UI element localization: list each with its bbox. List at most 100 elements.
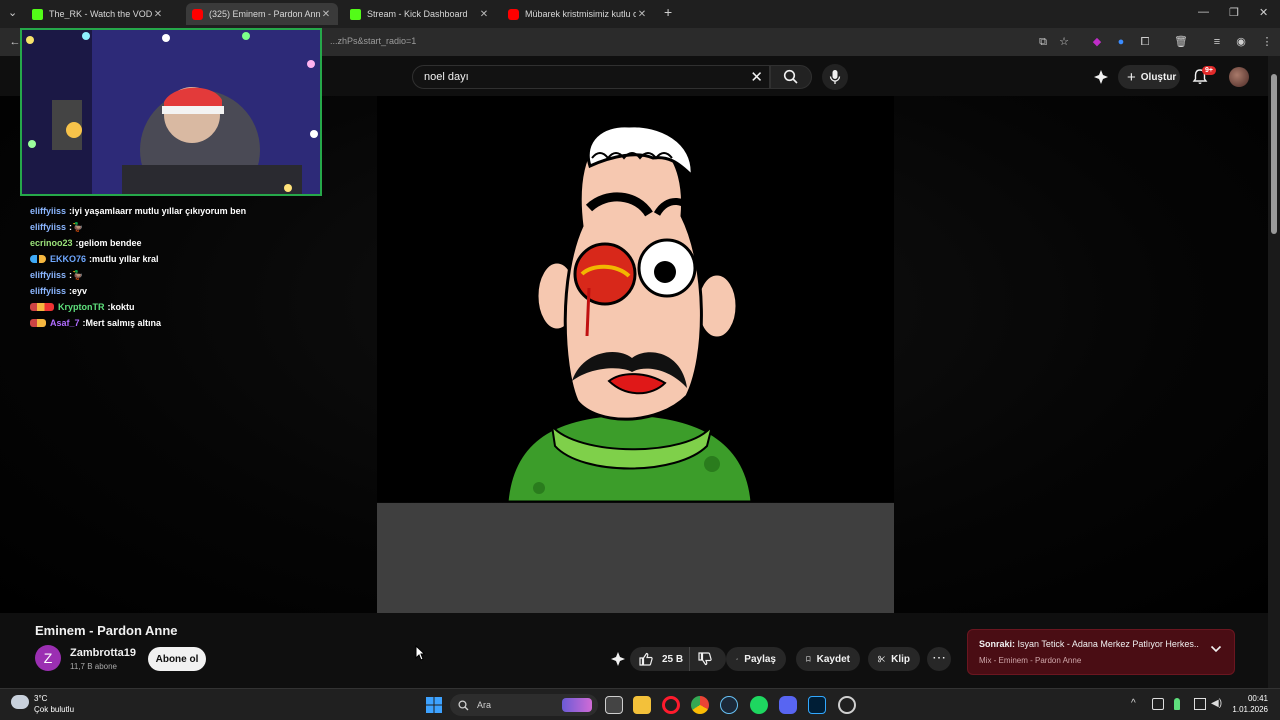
close-window-icon[interactable]: ✕ <box>1259 6 1268 19</box>
chat-badge-icon <box>30 319 46 327</box>
chat-text: geliom bendee <box>78 238 142 248</box>
tab-close-icon[interactable]: ✕ <box>152 9 164 20</box>
photoshop-icon[interactable] <box>808 696 826 714</box>
weather-temperature[interactable]: 3°C <box>34 694 47 703</box>
channel-name[interactable]: Zambrotta19 <box>70 647 136 659</box>
video-title: Eminem - Pardon Anne <box>35 623 178 638</box>
browser-menu-icon[interactable]: ⋮ <box>1260 35 1274 49</box>
windows-start-icon[interactable] <box>426 697 442 713</box>
tab-kick-dashboard[interactable]: Stream - Kick Dashboard ✕ <box>344 3 496 25</box>
sparkle-icon <box>611 652 625 666</box>
microphone-icon <box>829 70 841 84</box>
tab-close-icon[interactable]: ✕ <box>478 9 490 20</box>
scrollbar-thumb[interactable] <box>1271 74 1277 234</box>
network-icon[interactable] <box>1152 698 1164 710</box>
chat-username: eliffyiiss <box>30 222 67 232</box>
weather-cloud-icon[interactable] <box>11 695 29 709</box>
show-hidden-icons-icon[interactable]: ^ <box>1131 698 1143 710</box>
search-query: noel dayı <box>424 71 469 83</box>
chat-message: eliffyiiss : 🦆 <box>30 267 350 283</box>
share-button[interactable]: Paylaş <box>726 647 786 671</box>
microphone-icon[interactable] <box>1174 698 1180 710</box>
channel-avatar[interactable]: Z <box>35 645 61 671</box>
discord-icon[interactable] <box>779 696 797 714</box>
install-app-icon[interactable]: ⧉ <box>1036 35 1050 49</box>
tab-close-icon[interactable]: ✕ <box>320 9 332 20</box>
create-button[interactable]: + Oluştur <box>1118 65 1180 89</box>
extensions-puzzle-icon[interactable]: ⧠ <box>1138 35 1152 49</box>
subscriber-count: 11,7 B abone <box>70 662 118 671</box>
chevron-down-icon[interactable] <box>1210 644 1222 654</box>
tab-search-icon[interactable]: ⌄ <box>8 6 17 19</box>
premium-sparkle-icon[interactable] <box>1093 69 1109 85</box>
chat-username: eliffyiiss <box>30 206 67 216</box>
clip-button[interactable]: Klip <box>868 647 920 671</box>
clear-search-icon[interactable]: ✕ <box>750 68 763 86</box>
save-button[interactable]: Kaydet <box>796 647 860 671</box>
weather-description[interactable]: Çok bulutlu <box>34 705 74 714</box>
video-frame[interactable] <box>377 96 894 504</box>
up-next-title: Isyan Tetick - Adana Merkez Patlıyor Her… <box>1017 639 1199 649</box>
string-light-icon <box>28 140 36 148</box>
tab-close-icon[interactable]: ✕ <box>636 9 648 20</box>
chat-username: eliffyiiss <box>30 286 67 296</box>
mouse-cursor-icon <box>415 645 425 661</box>
chat-badge-icon <box>30 303 54 311</box>
ask-ai-button[interactable] <box>606 647 630 671</box>
page-scrollbar[interactable] <box>1268 56 1280 688</box>
minimize-icon[interactable]: — <box>1198 6 1209 18</box>
create-label: Oluştur <box>1140 71 1177 83</box>
streamer-webcam-image <box>22 30 320 194</box>
maximize-icon[interactable]: ❐ <box>1229 6 1239 19</box>
account-avatar[interactable] <box>1229 67 1249 87</box>
chrome-icon[interactable] <box>691 696 709 714</box>
taskbar-clock[interactable]: 00:41 <box>1236 694 1268 703</box>
tab-kick-vod[interactable]: The_RK - Watch the VOD on Kick ✕ <box>26 3 170 25</box>
opera-icon[interactable] <box>662 696 680 714</box>
chat-message: eliffyiiss : eyv <box>30 283 350 299</box>
taskbar-search-label: Ara <box>477 700 492 710</box>
trash-icon[interactable]: 🗑 <box>1174 35 1188 49</box>
tab-youtube-kristmis[interactable]: Mübarek kristmisimiz kutlu olsun ✕ <box>502 3 654 25</box>
search-input[interactable]: noel dayı ✕ <box>412 65 770 89</box>
chat-text: iyi yaşamlaarr mutlu yıllar çıkıyorum be… <box>72 206 247 216</box>
steam-icon[interactable] <box>720 696 738 714</box>
dislike-button[interactable] <box>690 647 726 671</box>
kick-favicon-icon <box>350 8 361 20</box>
chat-emote-icon: 🦆 <box>72 221 84 232</box>
youtube-favicon-icon <box>508 8 519 20</box>
chat-message: KryptonTR : koktu <box>30 299 350 315</box>
more-actions-button[interactable]: ⋯ <box>927 647 951 671</box>
url-field[interactable]: ...zhPs&start_radio=1 <box>330 36 416 46</box>
chat-message: Asaf_7 : Mert salmış altına <box>30 315 350 331</box>
thumbs-up-icon <box>639 652 653 666</box>
taskbar-search[interactable]: Ara <box>450 694 598 716</box>
bookmark-star-icon[interactable]: ☆ <box>1057 35 1071 49</box>
up-next-card[interactable]: Sonraki: Isyan Tetick - Adana Merkez Pat… <box>967 629 1235 675</box>
string-light-icon <box>26 36 34 44</box>
browser-tab-strip: ⌄ The_RK - Watch the VOD on Kick ✕ (325)… <box>0 0 1280 28</box>
search-icon <box>783 69 798 84</box>
tab-youtube[interactable]: (325) Eminem - Pardon Anne - YouTube ✕ <box>186 3 338 25</box>
volume-icon[interactable]: ◀) <box>1211 698 1223 710</box>
spotify-icon[interactable] <box>750 696 768 714</box>
taskbar-date[interactable]: 1.01.2026 <box>1226 705 1268 714</box>
new-tab-button[interactable]: + <box>664 4 672 20</box>
chat-message: eliffyiiss : iyi yaşamlaarr mutlu yıllar… <box>30 203 350 219</box>
kick-favicon-icon <box>32 8 43 20</box>
search-button[interactable] <box>770 65 812 89</box>
media-controls-icon[interactable]: ≡ <box>1210 35 1224 49</box>
subscribe-button[interactable]: Abone ol <box>148 647 206 671</box>
string-light-icon <box>284 184 292 192</box>
up-next-title-line: Sonraki: Isyan Tetick - Adana Merkez Pat… <box>979 639 1199 649</box>
extension-icon[interactable]: ● <box>1114 35 1128 49</box>
chat-username: ecrinoo23 <box>30 238 73 248</box>
task-view-icon[interactable] <box>605 696 623 714</box>
extension-icon[interactable]: ◆ <box>1090 35 1104 49</box>
voice-search-button[interactable] <box>822 64 848 90</box>
app-icon[interactable] <box>838 696 856 714</box>
file-explorer-icon[interactable] <box>633 696 651 714</box>
like-button[interactable]: 25 B <box>630 647 690 671</box>
profile-icon[interactable]: ◉ <box>1234 35 1248 49</box>
display-icon[interactable] <box>1194 698 1206 710</box>
